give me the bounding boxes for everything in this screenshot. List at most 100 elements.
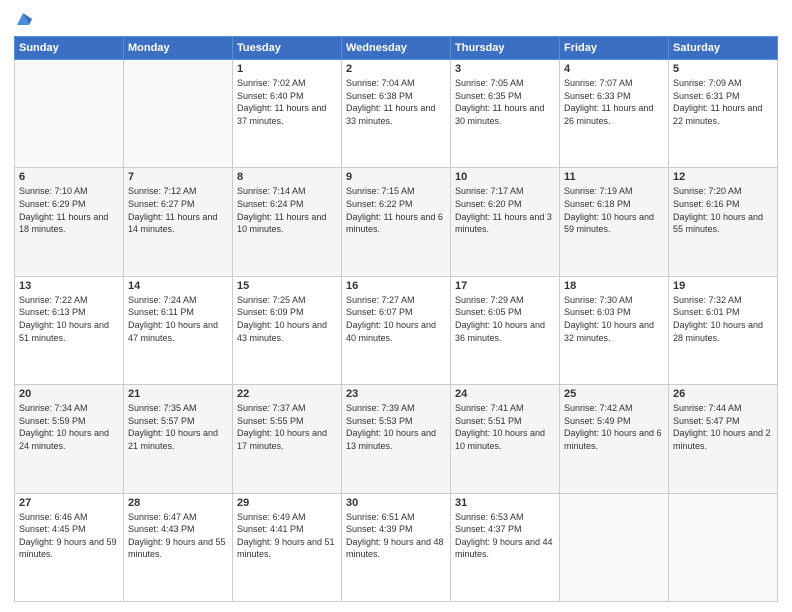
day-info: Sunrise: 7:07 AM Sunset: 6:33 PM Dayligh…	[564, 77, 664, 127]
day-number: 1	[237, 63, 337, 75]
day-info: Sunrise: 7:17 AM Sunset: 6:20 PM Dayligh…	[455, 185, 555, 235]
day-number: 20	[19, 388, 119, 400]
calendar-cell: 18 Sunrise: 7:30 AM Sunset: 6:03 PM Dayli…	[560, 276, 669, 384]
day-number: 10	[455, 171, 555, 183]
day-number: 23	[346, 388, 446, 400]
calendar-cell: 1 Sunrise: 7:02 AM Sunset: 6:40 PM Daylig…	[233, 60, 342, 168]
day-number: 31	[455, 497, 555, 509]
day-number: 17	[455, 280, 555, 292]
day-info: Sunrise: 7:19 AM Sunset: 6:18 PM Dayligh…	[564, 185, 664, 235]
calendar-cell: 24 Sunrise: 7:41 AM Sunset: 5:51 PM Dayli…	[451, 385, 560, 493]
weekday-header-wednesday: Wednesday	[342, 37, 451, 60]
day-info: Sunrise: 6:53 AM Sunset: 4:37 PM Dayligh…	[455, 511, 555, 561]
day-info: Sunrise: 7:34 AM Sunset: 5:59 PM Dayligh…	[19, 402, 119, 452]
day-info: Sunrise: 7:04 AM Sunset: 6:38 PM Dayligh…	[346, 77, 446, 127]
day-info: Sunrise: 6:49 AM Sunset: 4:41 PM Dayligh…	[237, 511, 337, 561]
calendar-cell: 27 Sunrise: 6:46 AM Sunset: 4:45 PM Dayli…	[15, 493, 124, 601]
calendar-cell	[669, 493, 778, 601]
day-number: 28	[128, 497, 228, 509]
weekday-header-saturday: Saturday	[669, 37, 778, 60]
calendar-cell	[15, 60, 124, 168]
weekday-header-tuesday: Tuesday	[233, 37, 342, 60]
day-number: 21	[128, 388, 228, 400]
day-number: 13	[19, 280, 119, 292]
day-info: Sunrise: 7:02 AM Sunset: 6:40 PM Dayligh…	[237, 77, 337, 127]
day-number: 3	[455, 63, 555, 75]
calendar-cell: 8 Sunrise: 7:14 AM Sunset: 6:24 PM Daylig…	[233, 168, 342, 276]
day-number: 27	[19, 497, 119, 509]
calendar-cell: 6 Sunrise: 7:10 AM Sunset: 6:29 PM Daylig…	[15, 168, 124, 276]
weekday-header-thursday: Thursday	[451, 37, 560, 60]
calendar-cell: 31 Sunrise: 6:53 AM Sunset: 4:37 PM Dayli…	[451, 493, 560, 601]
day-number: 14	[128, 280, 228, 292]
calendar-cell: 28 Sunrise: 6:47 AM Sunset: 4:43 PM Dayli…	[124, 493, 233, 601]
calendar-cell: 15 Sunrise: 7:25 AM Sunset: 6:09 PM Dayli…	[233, 276, 342, 384]
calendar-cell: 26 Sunrise: 7:44 AM Sunset: 5:47 PM Dayli…	[669, 385, 778, 493]
calendar-cell: 20 Sunrise: 7:34 AM Sunset: 5:59 PM Dayli…	[15, 385, 124, 493]
day-info: Sunrise: 7:30 AM Sunset: 6:03 PM Dayligh…	[564, 294, 664, 344]
calendar-cell: 13 Sunrise: 7:22 AM Sunset: 6:13 PM Dayli…	[15, 276, 124, 384]
logo	[14, 10, 36, 28]
calendar-cell: 10 Sunrise: 7:17 AM Sunset: 6:20 PM Dayli…	[451, 168, 560, 276]
day-info: Sunrise: 7:39 AM Sunset: 5:53 PM Dayligh…	[346, 402, 446, 452]
calendar-cell: 11 Sunrise: 7:19 AM Sunset: 6:18 PM Dayli…	[560, 168, 669, 276]
day-info: Sunrise: 7:10 AM Sunset: 6:29 PM Dayligh…	[19, 185, 119, 235]
weekday-header-monday: Monday	[124, 37, 233, 60]
calendar-table: SundayMondayTuesdayWednesdayThursdayFrid…	[14, 36, 778, 602]
day-number: 18	[564, 280, 664, 292]
day-number: 19	[673, 280, 773, 292]
weekday-header-sunday: Sunday	[15, 37, 124, 60]
day-number: 30	[346, 497, 446, 509]
day-number: 8	[237, 171, 337, 183]
calendar-cell: 21 Sunrise: 7:35 AM Sunset: 5:57 PM Dayli…	[124, 385, 233, 493]
day-info: Sunrise: 7:05 AM Sunset: 6:35 PM Dayligh…	[455, 77, 555, 127]
day-info: Sunrise: 7:32 AM Sunset: 6:01 PM Dayligh…	[673, 294, 773, 344]
day-info: Sunrise: 7:20 AM Sunset: 6:16 PM Dayligh…	[673, 185, 773, 235]
day-info: Sunrise: 7:27 AM Sunset: 6:07 PM Dayligh…	[346, 294, 446, 344]
calendar-cell: 7 Sunrise: 7:12 AM Sunset: 6:27 PM Daylig…	[124, 168, 233, 276]
calendar-cell: 29Sunrise: 6:49 AM Sunset: 4:41 PM Dayli…	[233, 493, 342, 601]
weekday-header-friday: Friday	[560, 37, 669, 60]
day-number: 4	[564, 63, 664, 75]
logo-icon	[14, 10, 32, 28]
calendar-cell: 4 Sunrise: 7:07 AM Sunset: 6:33 PM Daylig…	[560, 60, 669, 168]
day-number: 7	[128, 171, 228, 183]
day-info: Sunrise: 7:42 AM Sunset: 5:49 PM Dayligh…	[564, 402, 664, 452]
day-number: 9	[346, 171, 446, 183]
calendar-cell: 3 Sunrise: 7:05 AM Sunset: 6:35 PM Daylig…	[451, 60, 560, 168]
day-number: 25	[564, 388, 664, 400]
day-number: 16	[346, 280, 446, 292]
day-number: 24	[455, 388, 555, 400]
calendar-cell: 22 Sunrise: 7:37 AM Sunset: 5:55 PM Dayli…	[233, 385, 342, 493]
day-number: 12	[673, 171, 773, 183]
calendar-cell: 19 Sunrise: 7:32 AM Sunset: 6:01 PM Dayli…	[669, 276, 778, 384]
calendar-cell: 14 Sunrise: 7:24 AM Sunset: 6:11 PM Dayli…	[124, 276, 233, 384]
calendar-cell: 9Sunrise: 7:15 AM Sunset: 6:22 PM Daylig…	[342, 168, 451, 276]
day-info: Sunrise: 6:46 AM Sunset: 4:45 PM Dayligh…	[19, 511, 119, 561]
header	[14, 10, 778, 28]
calendar-cell	[560, 493, 669, 601]
day-number: 6	[19, 171, 119, 183]
day-number: 11	[564, 171, 664, 183]
day-number: 22	[237, 388, 337, 400]
calendar-cell: 2 Sunrise: 7:04 AM Sunset: 6:38 PM Daylig…	[342, 60, 451, 168]
calendar-cell: 5Sunrise: 7:09 AM Sunset: 6:31 PM Daylig…	[669, 60, 778, 168]
calendar-cell	[124, 60, 233, 168]
day-info: Sunrise: 7:35 AM Sunset: 5:57 PM Dayligh…	[128, 402, 228, 452]
calendar-cell: 17Sunrise: 7:29 AM Sunset: 6:05 PM Dayli…	[451, 276, 560, 384]
day-info: Sunrise: 6:51 AM Sunset: 4:39 PM Dayligh…	[346, 511, 446, 561]
day-info: Sunrise: 6:47 AM Sunset: 4:43 PM Dayligh…	[128, 511, 228, 561]
day-info: Sunrise: 7:37 AM Sunset: 5:55 PM Dayligh…	[237, 402, 337, 452]
day-info: Sunrise: 7:44 AM Sunset: 5:47 PM Dayligh…	[673, 402, 773, 452]
day-number: 2	[346, 63, 446, 75]
day-info: Sunrise: 7:41 AM Sunset: 5:51 PM Dayligh…	[455, 402, 555, 452]
day-number: 15	[237, 280, 337, 292]
day-info: Sunrise: 7:12 AM Sunset: 6:27 PM Dayligh…	[128, 185, 228, 235]
day-info: Sunrise: 7:25 AM Sunset: 6:09 PM Dayligh…	[237, 294, 337, 344]
day-info: Sunrise: 7:09 AM Sunset: 6:31 PM Dayligh…	[673, 77, 773, 127]
calendar-cell: 23 Sunrise: 7:39 AM Sunset: 5:53 PM Dayli…	[342, 385, 451, 493]
day-info: Sunrise: 7:22 AM Sunset: 6:13 PM Dayligh…	[19, 294, 119, 344]
day-number: 26	[673, 388, 773, 400]
day-info: Sunrise: 7:24 AM Sunset: 6:11 PM Dayligh…	[128, 294, 228, 344]
day-info: Sunrise: 7:14 AM Sunset: 6:24 PM Dayligh…	[237, 185, 337, 235]
